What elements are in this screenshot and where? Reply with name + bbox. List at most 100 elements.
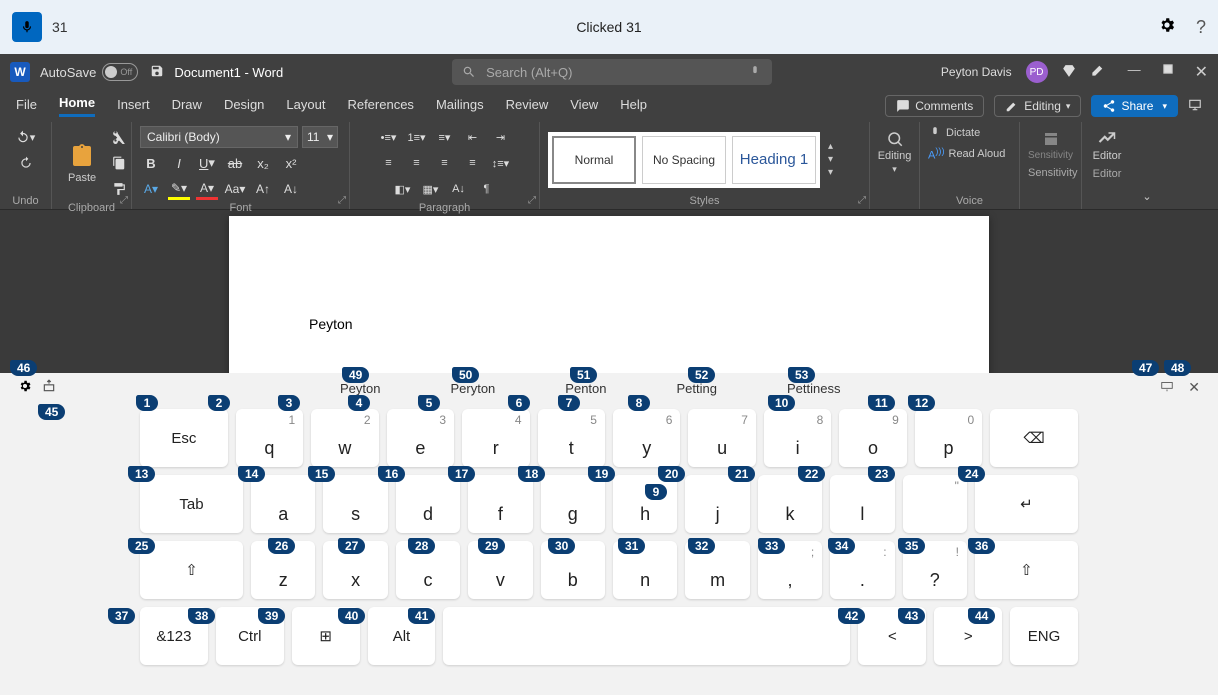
key-a[interactable]: a (251, 475, 315, 533)
justify-button[interactable]: ≡ (462, 152, 484, 174)
key-u[interactable]: 7u (688, 409, 755, 467)
key-s[interactable]: s (323, 475, 387, 533)
underline-button[interactable]: U▾ (196, 152, 218, 174)
key-esc[interactable]: Esc (140, 409, 228, 467)
tab-layout[interactable]: Layout (286, 97, 325, 116)
bold-button[interactable]: B (140, 152, 162, 174)
superscript-button[interactable]: x² (280, 152, 302, 174)
sort-button[interactable]: A↓ (448, 178, 470, 200)
styles-gallery[interactable]: Normal No Spacing Heading 1 (548, 132, 820, 188)
editing-button[interactable]: Editing▾ (878, 126, 911, 179)
change-case-button[interactable]: Aa▾ (224, 178, 246, 200)
styles-more-button[interactable]: ▾ (828, 167, 833, 178)
numbering-button[interactable]: 1≡▾ (406, 126, 428, 148)
suggestion-3[interactable]: Petting (677, 381, 717, 396)
search-box[interactable]: Search (Alt+Q) (452, 59, 772, 85)
diamond-icon[interactable] (1062, 64, 1076, 81)
key-i[interactable]: 8i (764, 409, 831, 467)
font-color-button[interactable]: A▾ (196, 178, 218, 200)
sensitivity-button[interactable]: Sensitivity (1028, 126, 1073, 165)
styles-down-button[interactable]: ▾ (828, 154, 833, 165)
key-p[interactable]: 0p (915, 409, 982, 467)
comments-button[interactable]: Comments (885, 95, 984, 117)
font-launcher[interactable]: ⤢ (338, 195, 346, 206)
cut-button[interactable] (108, 126, 130, 148)
key-g[interactable]: g (541, 475, 605, 533)
suggestion-2[interactable]: Penton (565, 381, 606, 396)
keyboard-settings-icon[interactable] (18, 379, 32, 396)
mic-button[interactable] (12, 12, 42, 42)
align-left-button[interactable]: ≡ (378, 152, 400, 174)
shading-button[interactable]: ◧▾ (392, 178, 414, 200)
align-center-button[interactable]: ≡ (406, 152, 428, 174)
key-space[interactable] (443, 607, 850, 665)
editing-mode-button[interactable]: Editing▾ (994, 95, 1081, 117)
key-[interactable]: ⇧ (140, 541, 243, 599)
italic-button[interactable]: I (168, 152, 190, 174)
multilevel-button[interactable]: ≡▾ (434, 126, 456, 148)
share-button[interactable]: Share▾ (1091, 95, 1178, 117)
borders-button[interactable]: ▦▾ (420, 178, 442, 200)
key-j[interactable]: j (685, 475, 749, 533)
key-e[interactable]: 3e (387, 409, 454, 467)
decrease-indent-button[interactable]: ⇤ (462, 126, 484, 148)
paste-button[interactable]: Paste (60, 138, 104, 188)
styles-up-button[interactable]: ▴ (828, 141, 833, 152)
line-spacing-button[interactable]: ↕≡▾ (490, 152, 512, 174)
settings-icon[interactable] (1158, 16, 1176, 39)
tab-view[interactable]: View (570, 97, 598, 116)
suggestion-4[interactable]: Pettiness (787, 381, 840, 396)
key-r[interactable]: 4r (462, 409, 529, 467)
user-name[interactable]: Peyton Davis (941, 65, 1012, 79)
align-right-button[interactable]: ≡ (434, 152, 456, 174)
autosave-toggle[interactable]: AutoSave Off (40, 63, 138, 81)
read-aloud-button[interactable]: A)))Read Aloud (928, 146, 1005, 162)
key-l[interactable]: l (830, 475, 894, 533)
bullets-button[interactable]: •≡▾ (378, 126, 400, 148)
style-normal[interactable]: Normal (552, 136, 636, 184)
minimize-button[interactable]: ― (1128, 62, 1141, 82)
repeat-button[interactable] (15, 152, 37, 174)
tab-design[interactable]: Design (224, 97, 264, 116)
dictate-button[interactable]: Dictate (928, 126, 980, 140)
font-size-select[interactable]: 11▾ (302, 126, 338, 148)
key-eng[interactable]: ENG (1010, 607, 1078, 665)
tab-home[interactable]: Home (59, 95, 95, 117)
key-k[interactable]: k (758, 475, 822, 533)
suggestion-1[interactable]: Peryton (450, 381, 495, 396)
key-f[interactable]: f (468, 475, 532, 533)
styles-launcher[interactable]: ⤢ (858, 195, 866, 206)
style-no-spacing[interactable]: No Spacing (642, 136, 726, 184)
text-effects-button[interactable]: A▾ (140, 178, 162, 200)
help-icon[interactable]: ? (1196, 17, 1206, 38)
keyboard-undock-icon[interactable] (42, 379, 56, 396)
maximize-button[interactable] (1161, 62, 1175, 82)
tab-review[interactable]: Review (506, 97, 549, 116)
key-[interactable]: ↵ (975, 475, 1078, 533)
shrink-font-button[interactable]: A↓ (280, 178, 302, 200)
key-t[interactable]: 5t (538, 409, 605, 467)
tab-draw[interactable]: Draw (172, 97, 202, 116)
paragraph-launcher[interactable]: ⤢ (528, 195, 536, 206)
key-y[interactable]: 6y (613, 409, 680, 467)
strike-button[interactable]: ab (224, 152, 246, 174)
show-marks-button[interactable]: ¶ (476, 178, 498, 200)
tab-insert[interactable]: Insert (117, 97, 150, 116)
key-[interactable]: ⌫ (990, 409, 1078, 467)
collapse-ribbon-button[interactable]: ⌄ (1142, 190, 1151, 203)
keyboard-close-icon[interactable]: ✕ (1188, 379, 1200, 396)
copy-button[interactable] (108, 152, 130, 174)
editor-button[interactable]: Editor (1090, 126, 1124, 166)
subscript-button[interactable]: x₂ (252, 152, 274, 174)
key-o[interactable]: 9o (839, 409, 906, 467)
tab-mailings[interactable]: Mailings (436, 97, 484, 116)
user-avatar[interactable]: PD (1026, 61, 1048, 83)
font-name-select[interactable]: Calibri (Body)▾ (140, 126, 298, 148)
tab-help[interactable]: Help (620, 97, 647, 116)
close-button[interactable]: ✕ (1195, 62, 1208, 82)
key-w[interactable]: 2w (311, 409, 378, 467)
tab-file[interactable]: File (16, 97, 37, 116)
key-q[interactable]: 1q (236, 409, 303, 467)
increase-indent-button[interactable]: ⇥ (490, 126, 512, 148)
key-space[interactable]: " (903, 475, 967, 533)
